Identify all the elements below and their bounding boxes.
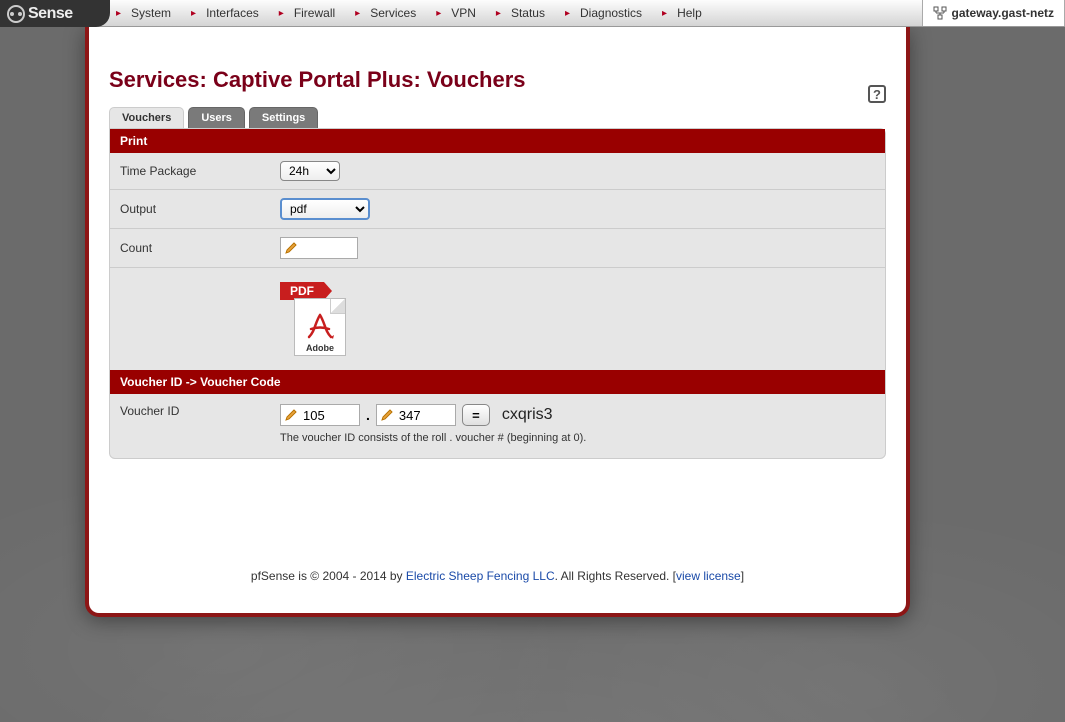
voucher-code-output: cxqris3 bbox=[502, 406, 553, 424]
tab-vouchers[interactable]: Vouchers bbox=[109, 107, 184, 128]
input-voucher-num[interactable] bbox=[397, 408, 455, 423]
hostname-box[interactable]: gateway.gast-netz bbox=[922, 0, 1065, 26]
footer-link-license[interactable]: view license bbox=[676, 569, 741, 583]
label-voucher-id: Voucher ID bbox=[120, 404, 280, 418]
logo-text: Sense bbox=[28, 5, 73, 23]
nav-vpn[interactable]: VPN bbox=[430, 0, 490, 26]
nav-help[interactable]: Help bbox=[656, 0, 716, 26]
input-voucher-roll[interactable] bbox=[301, 408, 359, 423]
label-count: Count bbox=[120, 241, 280, 255]
pencil-icon bbox=[284, 408, 298, 422]
nav-system[interactable]: System bbox=[110, 0, 185, 26]
footer: pfSense is © 2004 - 2014 by Electric She… bbox=[109, 569, 886, 583]
tab-settings[interactable]: Settings bbox=[249, 107, 318, 128]
input-count-wrap bbox=[280, 237, 358, 259]
section-voucher-heading: Voucher ID -> Voucher Code bbox=[110, 370, 885, 394]
hostname-text: gateway.gast-netz bbox=[952, 6, 1054, 20]
nav-status[interactable]: Status bbox=[490, 0, 559, 26]
voucher-hint: The voucher ID consists of the roll . vo… bbox=[280, 432, 875, 444]
label-time-package: Time Package bbox=[120, 164, 280, 178]
tab-bar: Vouchers Users Settings bbox=[109, 107, 886, 128]
help-icon[interactable]: ? bbox=[868, 85, 886, 103]
row-time-package: Time Package 24h bbox=[110, 153, 885, 190]
pencil-icon bbox=[284, 241, 298, 255]
input-count[interactable] bbox=[301, 241, 357, 256]
pdf-download-button[interactable]: PDF Adobe bbox=[280, 282, 352, 356]
tab-content: Print Time Package 24h Output pdf bbox=[109, 128, 886, 459]
top-nav-bar: Sense System Interfaces Firewall Service… bbox=[0, 0, 1065, 27]
select-time-package[interactable]: 24h bbox=[280, 161, 340, 181]
footer-link-esf[interactable]: Electric Sheep Fencing LLC bbox=[406, 569, 555, 583]
section-print-heading: Print bbox=[110, 129, 885, 153]
nav-services[interactable]: Services bbox=[349, 0, 430, 26]
row-voucher-id: Voucher ID . = cxqris3 bbox=[110, 394, 885, 458]
row-output: Output pdf bbox=[110, 190, 885, 229]
tab-users[interactable]: Users bbox=[188, 107, 245, 128]
nav-diagnostics[interactable]: Diagnostics bbox=[559, 0, 656, 26]
adobe-label: Adobe bbox=[306, 343, 334, 353]
select-output[interactable]: pdf bbox=[280, 198, 370, 220]
main-nav: System Interfaces Firewall Services VPN … bbox=[110, 0, 922, 26]
voucher-dot: . bbox=[366, 407, 370, 423]
network-icon bbox=[933, 6, 947, 20]
adobe-pdf-icon: Adobe bbox=[294, 298, 346, 356]
nav-firewall[interactable]: Firewall bbox=[273, 0, 349, 26]
equals-button[interactable]: = bbox=[462, 404, 490, 426]
content-panel: ? Services: Captive Portal Plus: Voucher… bbox=[85, 27, 910, 617]
page-title: Services: Captive Portal Plus: Vouchers bbox=[109, 67, 886, 93]
nav-interfaces[interactable]: Interfaces bbox=[185, 0, 273, 26]
label-output: Output bbox=[120, 202, 280, 216]
pfsense-logo-icon bbox=[6, 4, 26, 24]
input-roll-wrap bbox=[280, 404, 360, 426]
row-count: Count bbox=[110, 229, 885, 268]
pencil-icon bbox=[380, 408, 394, 422]
row-pdf-button: PDF Adobe bbox=[110, 268, 885, 370]
input-num-wrap bbox=[376, 404, 456, 426]
logo: Sense bbox=[0, 0, 110, 27]
